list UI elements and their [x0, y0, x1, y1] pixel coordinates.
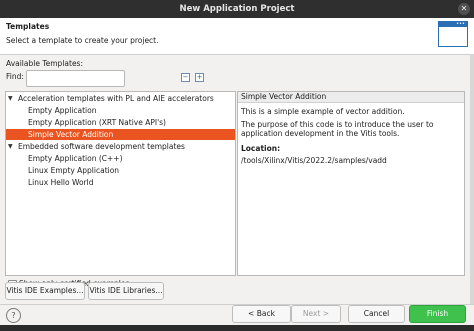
window-title: New Application Project	[179, 4, 295, 14]
details-location-value: /tools/Xilinx/Vitis/2022.2/samples/vadd	[241, 156, 387, 165]
tree-item-empty-application-cpp[interactable]: Empty Application (C++)	[6, 153, 235, 164]
expand-arrow-icon[interactable]: ▼	[8, 93, 13, 104]
help-icon[interactable]: ?	[6, 308, 21, 323]
tree-item-simple-vector-addition[interactable]: Simple Vector Addition	[6, 129, 235, 140]
template-details: Simple Vector Addition This is a simple …	[237, 91, 465, 276]
wizard-window: Templates Select a template to create yo…	[0, 18, 474, 331]
background-terminal-strip	[0, 325, 474, 331]
vertical-scrollbar[interactable]	[470, 54, 474, 304]
details-summary: This is a simple example of vector addit…	[241, 107, 405, 116]
wizard-banner-icon: •••	[438, 21, 468, 47]
finish-button[interactable]: Finish	[409, 305, 466, 323]
tree-item-linux-empty-application[interactable]: Linux Empty Application	[6, 165, 235, 176]
find-label: Find:	[6, 72, 24, 81]
details-location-label: Location:	[241, 144, 281, 153]
tree-group-embedded[interactable]: ▼ Embedded software development template…	[6, 141, 235, 152]
available-templates-label: Available Templates:	[6, 59, 83, 68]
details-description: The purpose of this code is to introduce…	[241, 120, 434, 138]
vitis-libraries-button[interactable]: Vitis IDE Libraries...	[88, 282, 164, 300]
details-title: Simple Vector Addition	[238, 92, 464, 103]
expand-arrow-icon[interactable]: ▼	[8, 141, 13, 152]
window-titlebar: New Application Project ✕	[0, 0, 474, 18]
close-icon[interactable]: ✕	[458, 3, 470, 15]
tree-item-empty-application[interactable]: Empty Application	[6, 105, 235, 116]
tree-item-empty-application-xrt[interactable]: Empty Application (XRT Native API's)	[6, 117, 235, 128]
vitis-examples-button[interactable]: Vitis IDE Examples...	[5, 282, 85, 300]
page-subtitle: Select a template to create your project…	[6, 36, 159, 45]
collapse-all-icon[interactable]: −	[181, 73, 190, 82]
back-button[interactable]: < Back	[232, 305, 291, 323]
next-button[interactable]: Next >	[291, 305, 341, 323]
tree-item-linux-hello-world[interactable]: Linux Hello World	[6, 177, 235, 188]
cancel-button[interactable]: Cancel	[348, 305, 405, 323]
template-tree[interactable]: ▼ Acceleration templates with PL and AIE…	[5, 91, 236, 276]
find-input[interactable]	[26, 70, 125, 87]
expand-all-icon[interactable]: +	[195, 73, 204, 82]
tree-group-acceleration[interactable]: ▼ Acceleration templates with PL and AIE…	[6, 93, 235, 104]
page-title: Templates	[6, 22, 50, 31]
wizard-header: Templates Select a template to create yo…	[0, 18, 474, 55]
